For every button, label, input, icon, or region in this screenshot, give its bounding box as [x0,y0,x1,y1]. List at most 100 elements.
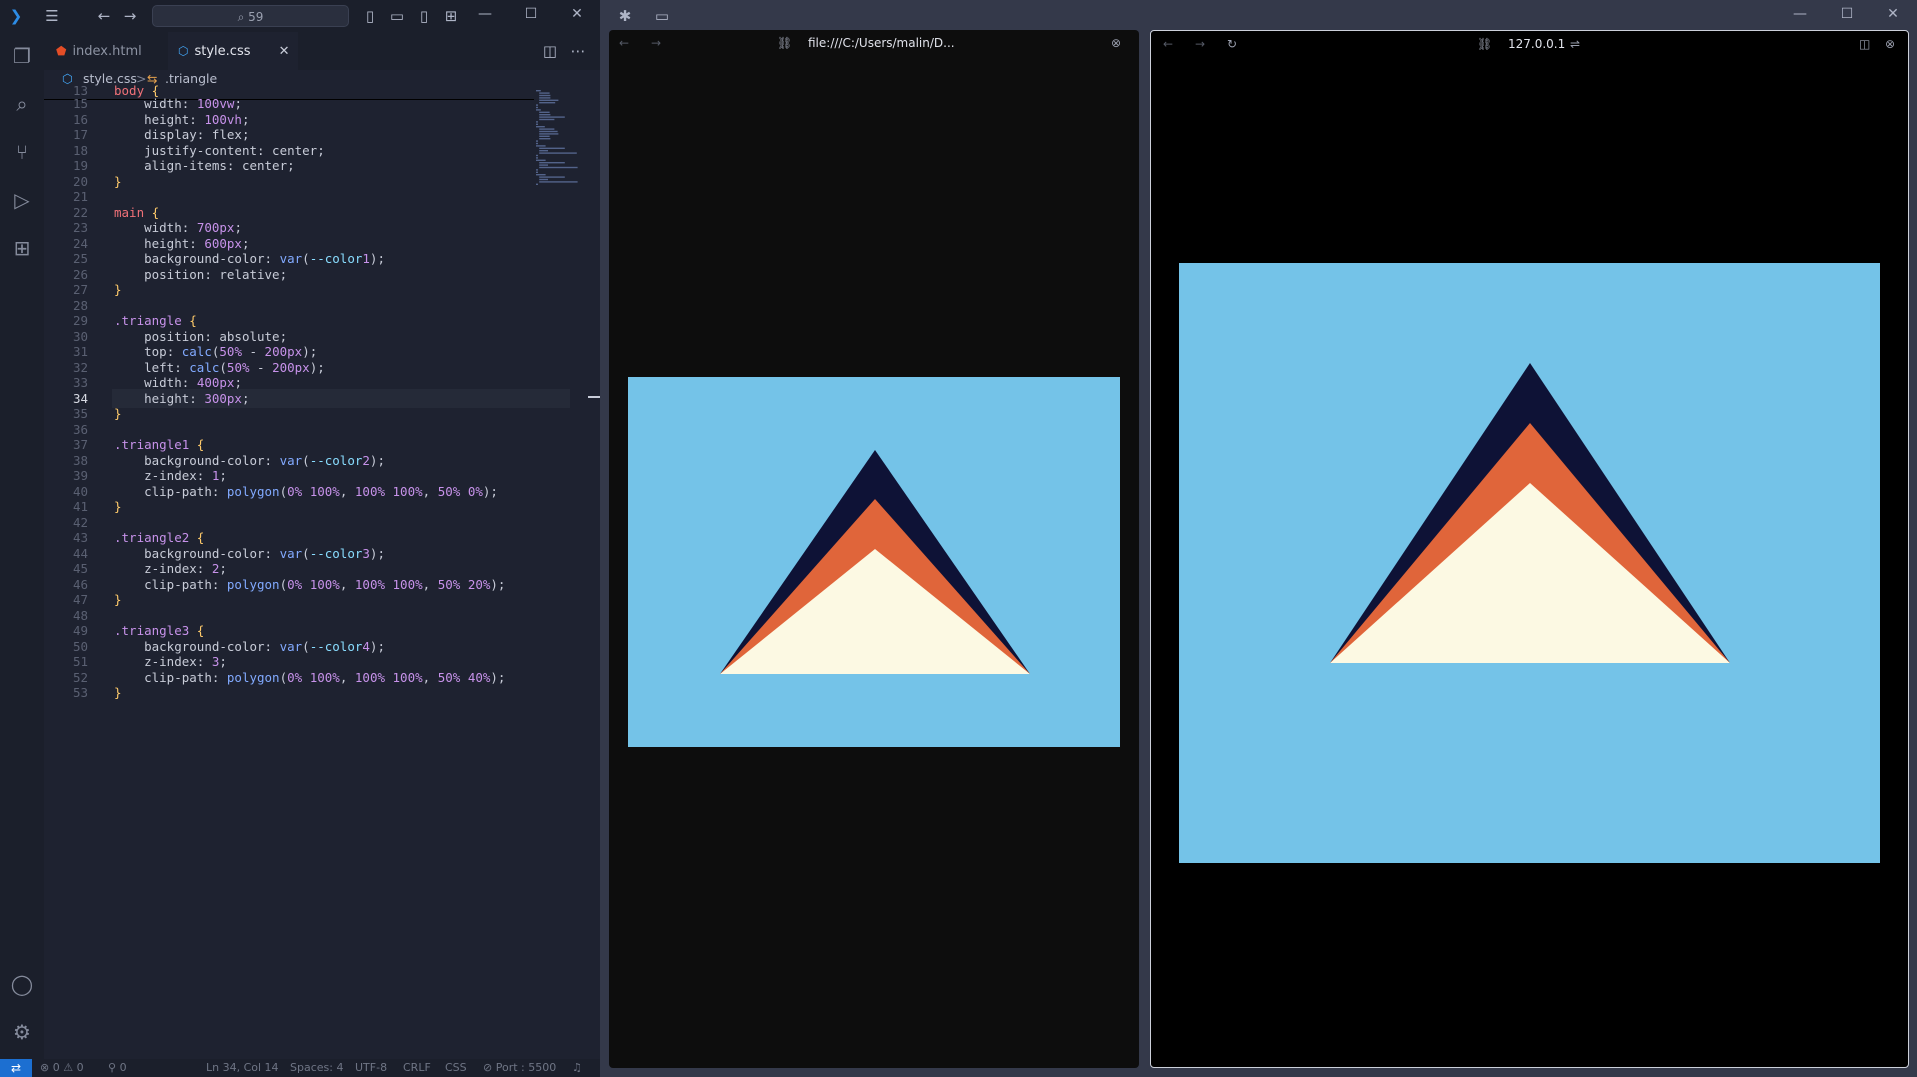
link-icon: ⛓ [777,36,793,50]
maximize-button[interactable]: ☐ [1835,6,1859,22]
minimap-line [536,174,546,176]
activity-bar: ❐ ⌕ ⑂ ▷ ⊞ ◯ ⚙ [0,32,44,1059]
command-center-search[interactable]: ⌕ 59 [152,5,349,27]
minimap-line [539,92,550,94]
minimap-line [536,90,541,92]
minimize-button[interactable]: — [1788,6,1812,22]
breadcrumb-symbol[interactable]: .triangle [165,70,217,88]
link-icon: ⛓ [1477,37,1493,51]
html-file-icon: ⬟ [56,44,67,58]
toggle-secondary-sidebar-icon[interactable]: ▯ [414,6,434,26]
close-button[interactable]: ✕ [1881,6,1905,22]
forward-arrow-icon[interactable]: → [120,6,140,26]
minimap-line [539,97,551,99]
run-debug-icon[interactable]: ▷ [10,188,34,212]
vscode-window: ❯ ☰ ← → ⌕ 59 ▯ ▭ ▯ ⊞ — ☐ ✕ ❐ ⌕ ⑂ ▷ ⊞ ◯ ⚙… [0,0,600,1077]
maximize-button[interactable]: ☐ [519,6,543,22]
customize-layout-icon[interactable]: ⊞ [441,6,461,26]
address-bar[interactable]: file:///C:/Users/malin/D... [808,30,955,56]
right-browser-pane: ← → ↻ ⛓ 127.0.0.1 ⇌ ◫ ⊗ [1150,30,1909,1068]
remote-indicator-icon[interactable]: ⇄ [0,1059,32,1077]
problems-indicator[interactable]: ⊗ 0 ⚠ 0 [40,1059,84,1077]
search-icon[interactable]: ⌕ [10,92,34,116]
browser-title-bar: ✱ ▭ — ☐ ✕ [600,0,1917,30]
address-bar[interactable]: 127.0.0.1 [1508,31,1565,57]
minimap-line [536,145,546,147]
minimap-line [536,104,538,106]
refresh-icon[interactable]: ↻ [1227,31,1237,57]
minimap-line [539,162,565,164]
right-pane-toolbar: ← → ↻ ⛓ 127.0.0.1 ⇌ ◫ ⊗ [1151,31,1908,57]
cursor-position[interactable]: Ln 34, Col 14 [206,1059,279,1077]
split-view-icon[interactable]: ◫ [1859,31,1870,57]
indentation[interactable]: Spaces: 4 [290,1059,343,1077]
code-text: } [114,173,122,189]
more-actions-icon[interactable]: ⋯ [568,41,588,61]
minimap-line [539,178,548,181]
minimap-line [536,157,538,159]
tab-style-css[interactable]: ⬡ style.css ✕ [168,32,298,70]
minimap[interactable] [534,88,586,198]
site-settings-icon[interactable]: ⇌ [1570,31,1580,57]
account-icon[interactable]: ◯ [10,972,34,996]
left-pane-toolbar: ← → ⛓ file:///C:/Users/malin/D... ⊗ [609,30,1139,56]
back-arrow-icon[interactable]: ← [94,6,114,26]
sidebar-toggle-icon[interactable]: ▭ [652,6,672,26]
live-server-port[interactable]: ⊘ Port : 5500 [483,1059,556,1077]
notifications-bell-icon[interactable]: ♫ [572,1059,582,1077]
minimap-line [539,128,555,130]
minimap-line [536,140,538,142]
minimap-line [539,152,577,154]
search-icon: ⌕ [237,10,249,24]
minimap-line [539,99,559,101]
menu-icon[interactable]: ☰ [42,6,62,26]
minimap-line [539,114,551,116]
code-editor[interactable]: 13 body {15 width: 100vw; 16 height: 100vh… [44,83,570,1056]
page-main-area [1179,263,1880,863]
close-pane-icon[interactable]: ⊗ [1111,30,1121,56]
minimap-line [536,171,538,173]
triangle-graphic [1330,363,1730,663]
minimap-line [536,106,538,109]
close-tab-icon[interactable]: ✕ [279,44,290,59]
minimap-line [539,111,550,113]
ports-indicator[interactable]: ⚲ 0 [108,1059,127,1077]
minimap-line [539,102,556,104]
minimap-line [539,118,555,121]
minimap-line [539,181,578,183]
encoding[interactable]: UTF-8 [355,1059,387,1077]
code-text: align-items: center; [144,158,295,173]
toggle-primary-sidebar-icon[interactable]: ▯ [360,6,380,26]
split-editor-icon[interactable]: ◫ [540,41,560,61]
minimap-line [536,154,538,157]
extensions-icon[interactable]: ⊞ [10,236,34,260]
toggle-panel-icon[interactable]: ▭ [387,6,407,26]
minimap-line [539,150,548,152]
browser-app-icon[interactable]: ✱ [615,6,635,26]
minimap-line [536,123,538,125]
forward-arrow-icon[interactable]: → [651,30,661,56]
status-bar: ⇄ ⊗ 0 ⚠ 0 ⚲ 0 Ln 34, Col 14 Spaces: 4 UT… [0,1059,600,1077]
back-arrow-icon[interactable]: ← [1163,31,1173,57]
close-button[interactable]: ✕ [565,6,589,22]
minimap-line [539,164,548,166]
minimap-line [536,142,538,145]
minimap-line [536,169,538,171]
close-pane-icon[interactable]: ⊗ [1885,31,1895,57]
code-text: clip-path: polygon(0% 100%, 100% 100%, 5… [144,576,506,592]
minimap-line [536,109,541,111]
source-control-icon[interactable]: ⑂ [10,140,34,164]
back-arrow-icon[interactable]: ← [619,30,629,56]
language-mode[interactable]: CSS [445,1059,467,1077]
minimap-line [539,176,565,178]
vscode-logo-icon: ❯ [9,7,23,25]
line-endings[interactable]: CRLF [403,1059,431,1077]
forward-arrow-icon[interactable]: → [1195,31,1205,57]
explorer-icon[interactable]: ❐ [10,44,34,68]
minimap-line [536,183,538,185]
tab-index-html[interactable]: ⬟ index.html [56,32,166,70]
settings-gear-icon[interactable]: ⚙ [10,1020,34,1044]
scrollbar[interactable] [588,88,600,1056]
minimize-button[interactable]: — [473,6,497,22]
minimap-line [539,130,558,133]
